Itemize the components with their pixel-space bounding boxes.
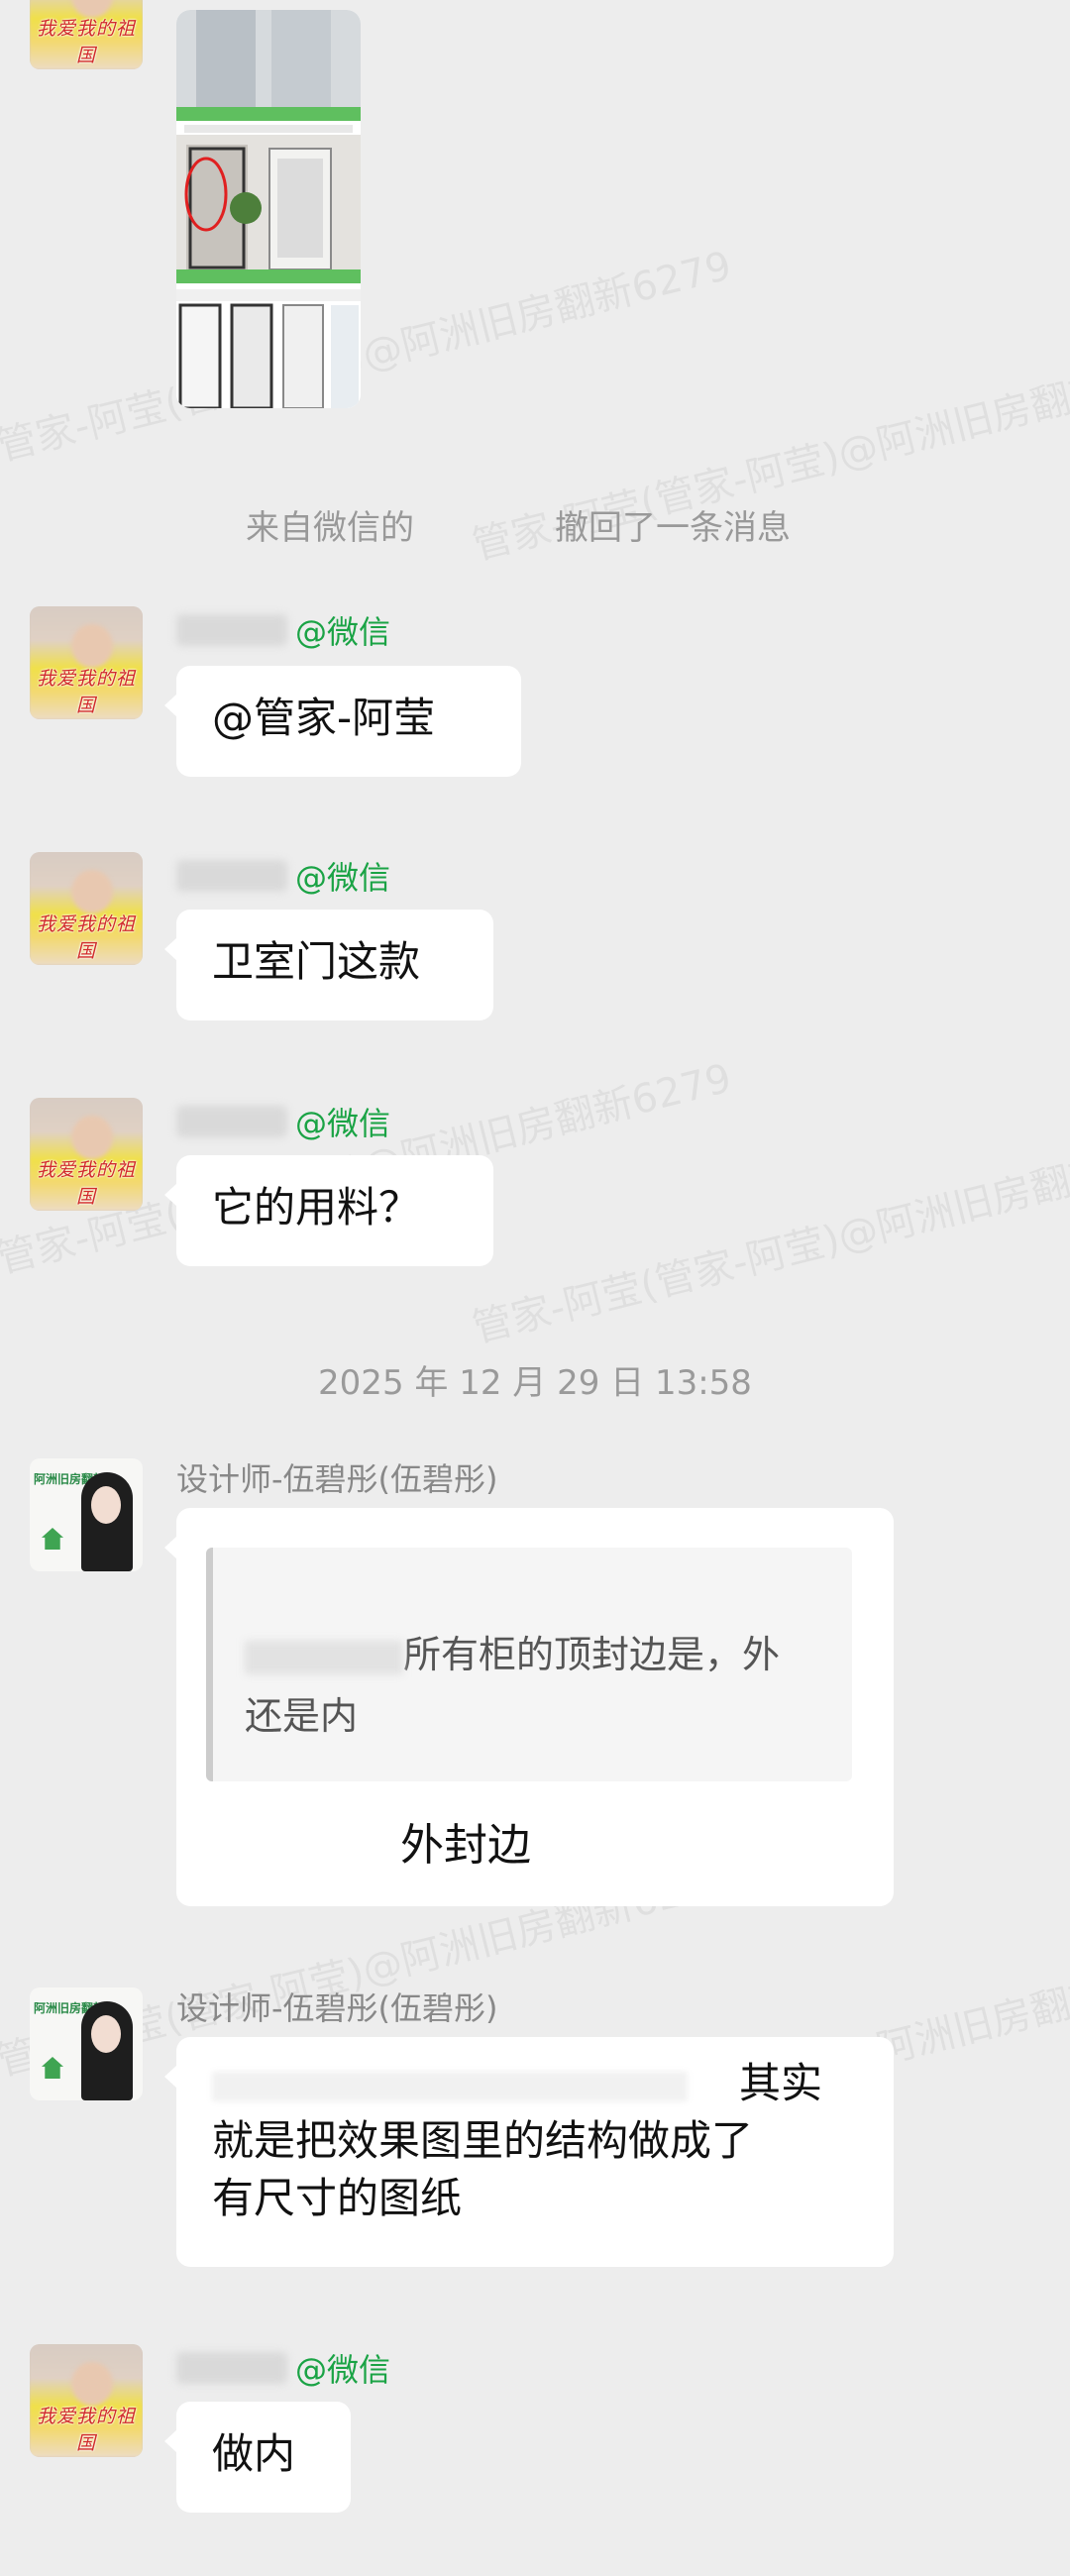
message-bubble[interactable]: 它的用料？: [164, 1155, 493, 1266]
sender-name: @微信: [176, 2350, 390, 2389]
quoted-message[interactable]: 所有柜的顶封边是，外 还是内: [206, 1548, 852, 1781]
avatar-caption: 我爱我的祖国: [36, 668, 136, 716]
wechat-source-tag: @微信: [295, 2351, 391, 2389]
blurred-quote-prefix: [245, 1640, 403, 1674]
blurred-nickname: [176, 1106, 287, 1137]
message-text: 做内: [212, 2429, 296, 2478]
quote-line-1: 所有柜的顶封边是，外: [245, 1627, 780, 1682]
wechat-source-tag: @微信: [295, 1105, 391, 1142]
designer-avatar[interactable]: 阿洲旧房翻新: [30, 1987, 143, 2100]
avatar-caption: 我爱我的祖国: [36, 913, 136, 962]
avatar-face: [71, 624, 113, 668]
sender-name: 设计师-伍碧彤(伍碧彤): [176, 1460, 498, 1498]
avatar-caption: 我爱我的祖国: [36, 18, 136, 66]
user-avatar[interactable]: 我爱我的祖国: [30, 1098, 143, 1211]
house-icon: [42, 1528, 63, 1550]
user-avatar[interactable]: 我爱我的祖国: [30, 606, 143, 719]
wechat-source-tag: @微信: [295, 859, 391, 897]
message-bubble[interactable]: 所有柜的顶封边是，外 还是内 外封边: [164, 1508, 894, 1906]
sender-name: 设计师-伍碧彤(伍碧彤): [176, 1989, 498, 2027]
message-bubble[interactable]: @管家-阿莹: [164, 666, 521, 777]
watermark: 管家-阿莹(管家-阿莹)@阿洲旧房翻新6279: [0, 243, 736, 471]
watermark: 管家-阿莹(管家-阿莹)@阿洲旧房翻新6279: [468, 1125, 1070, 1352]
message-line-2: 就是把效果图里的结构做成了: [212, 2116, 754, 2165]
sender-name: @微信: [176, 1104, 390, 1142]
message-text: 卫室门这款: [212, 937, 421, 986]
user-avatar[interactable]: 我爱我的祖国: [30, 0, 143, 69]
message-bubble[interactable]: 卫室门这款: [164, 910, 493, 1020]
image-message[interactable]: [176, 10, 361, 408]
chat-view[interactable]: 管家-阿莹(管家-阿莹)@阿洲旧房翻新6279 管家-阿莹(管家-阿莹)@阿洲旧…: [0, 0, 1070, 2576]
avatar-face: [71, 1116, 113, 1159]
designer-face: [91, 1486, 121, 1524]
avatar-face: [71, 870, 113, 913]
sender-name: @微信: [176, 858, 390, 897]
blurred-nickname: [176, 860, 287, 892]
user-avatar[interactable]: 我爱我的祖国: [30, 2344, 143, 2457]
reply-text: 外封边: [400, 1820, 531, 1871]
wechat-source-tag: @微信: [295, 613, 391, 651]
blurred-nickname: [176, 614, 287, 646]
system-recalled-text: 撤回了一条消息: [555, 508, 791, 548]
designer-face: [91, 2015, 121, 2053]
avatar-face: [71, 2362, 113, 2406]
message-line-1: 其实: [212, 2055, 858, 2112]
quote-line-2: 还是内: [245, 1694, 359, 1738]
blurred-nickname: [176, 2352, 287, 2384]
user-avatar[interactable]: 我爱我的祖国: [30, 852, 143, 965]
avatar-caption: 我爱我的祖国: [36, 2406, 136, 2454]
system-source-app: 来自微信的: [246, 508, 414, 548]
message-bubble[interactable]: 做内: [164, 2402, 351, 2513]
house-icon: [42, 2057, 63, 2079]
message-line-3: 有尺寸的图纸: [212, 2174, 463, 2222]
message-text: @管家-阿莹: [212, 694, 436, 742]
message-bubble[interactable]: 其实 就是把效果图里的结构做成了 有尺寸的图纸: [164, 2037, 894, 2267]
message-text: 它的用料？: [212, 1183, 421, 1232]
designer-avatar[interactable]: 阿洲旧房翻新: [30, 1458, 143, 1571]
door-catalog-thumbnail: [176, 10, 361, 408]
blurred-text: [212, 2071, 688, 2101]
timestamp-divider: 2025 年 12 月 29 日 13:58: [318, 1363, 752, 1403]
avatar-caption: 我爱我的祖国: [36, 1159, 136, 1208]
sender-name: @微信: [176, 612, 390, 651]
